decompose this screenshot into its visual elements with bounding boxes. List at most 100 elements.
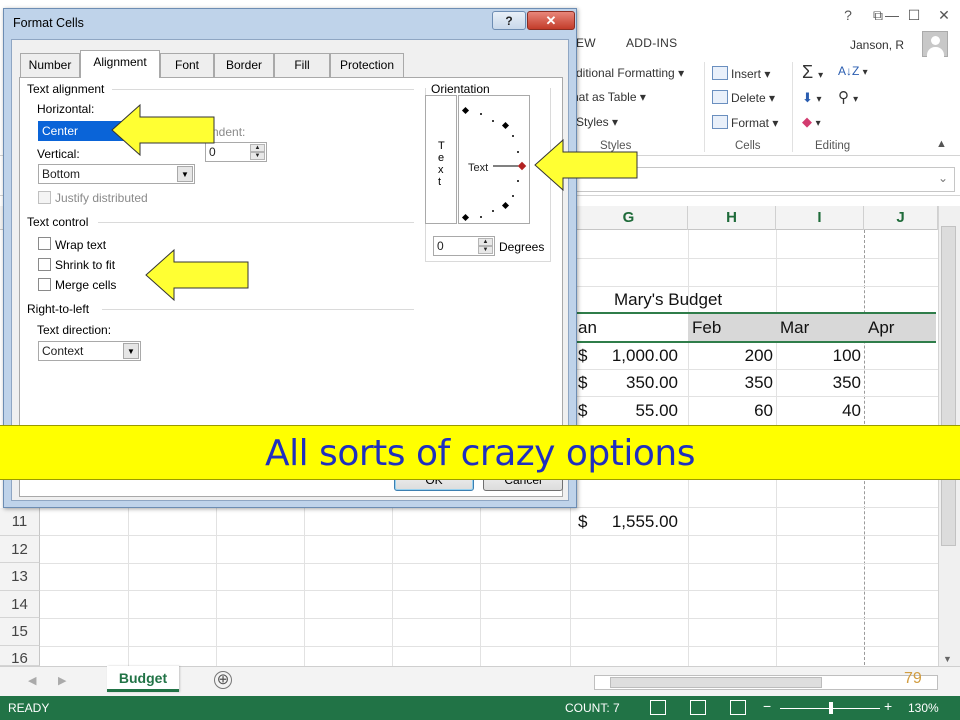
- row-header-11[interactable]: 11: [0, 508, 40, 536]
- arrow-left-icon: [111, 103, 215, 157]
- row-header-15[interactable]: 15: [0, 618, 40, 646]
- user-name[interactable]: Janson, R: [850, 38, 904, 52]
- header-feb[interactable]: Feb: [692, 314, 721, 341]
- row-header-16[interactable]: 16: [0, 646, 40, 667]
- justify-distributed-checkbox[interactable]: [38, 191, 51, 204]
- total-value[interactable]: 1,555.00: [596, 508, 678, 535]
- vertical-scroll-thumb[interactable]: [941, 226, 956, 546]
- arrow-left-icon: [145, 248, 249, 302]
- scroll-left-icon[interactable]: ◀: [28, 674, 36, 687]
- zoom-out-button[interactable]: −: [763, 698, 771, 714]
- cell-jan-value[interactable]: 1,000.00: [596, 342, 678, 369]
- spin-down-icon[interactable]: ▼: [478, 246, 493, 254]
- page-break-preview-icon[interactable]: [730, 700, 746, 715]
- tab-alignment[interactable]: Alignment: [80, 50, 160, 78]
- vertical-select[interactable]: Bottom ▼: [38, 164, 195, 184]
- cell-styles-button[interactable]: Styles ▾: [576, 115, 618, 129]
- text-direction-select[interactable]: Context ▼: [38, 341, 141, 361]
- merge-cells-checkbox[interactable]: [38, 278, 51, 291]
- delete-cells-icon: [712, 90, 728, 104]
- indent-label: ndent:: [212, 125, 246, 139]
- normal-view-icon[interactable]: [650, 700, 666, 715]
- close-window-button[interactable]: ✕: [932, 4, 956, 26]
- vertical-text-letter: T: [438, 140, 445, 152]
- maximize-button[interactable]: ☐: [902, 4, 926, 26]
- delete-button[interactable]: Delete ▾: [712, 90, 775, 105]
- header-jan[interactable]: an: [578, 314, 597, 341]
- cell-jan-sym[interactable]: $: [578, 342, 587, 369]
- add-sheet-icon[interactable]: ⊕: [214, 671, 232, 689]
- degrees-spinner[interactable]: 0 ▲ ▼: [433, 236, 495, 256]
- zoom-slider-thumb[interactable]: [829, 702, 833, 714]
- gridline: [40, 590, 938, 591]
- zoom-in-button[interactable]: +: [884, 698, 892, 714]
- collapse-ribbon-icon[interactable]: ▲: [936, 138, 947, 150]
- orientation-dial[interactable]: Text: [458, 95, 530, 224]
- conditional-formatting-button[interactable]: ditional Formatting ▾: [576, 66, 684, 80]
- cell-mar-value[interactable]: 40: [776, 397, 861, 424]
- avatar[interactable]: [922, 31, 948, 57]
- cell-feb-value[interactable]: 350: [688, 369, 773, 396]
- spin-down-icon[interactable]: ▼: [250, 152, 265, 160]
- cell-feb-value[interactable]: 60: [688, 397, 773, 424]
- merge-cells-label: Merge cells: [55, 278, 117, 292]
- header-mar[interactable]: Mar: [780, 314, 809, 341]
- tab-add-ins[interactable]: ADD-INS: [626, 36, 677, 50]
- header-apr[interactable]: Apr: [868, 314, 894, 341]
- column-header-j[interactable]: J: [864, 206, 938, 230]
- spin-up-icon[interactable]: ▲: [478, 238, 493, 246]
- vertical-text-box[interactable]: T e x t: [425, 95, 457, 224]
- group-divider: [102, 309, 414, 310]
- tab-view[interactable]: EW: [576, 36, 596, 50]
- gridline: [128, 508, 129, 668]
- chevron-down-icon[interactable]: ⌄: [938, 171, 948, 185]
- cell-jan-value[interactable]: 55.00: [596, 397, 678, 424]
- autosum-icon[interactable]: Σ ▾: [802, 62, 823, 83]
- shrink-to-fit-checkbox[interactable]: [38, 258, 51, 271]
- wrap-text-checkbox[interactable]: [38, 237, 51, 250]
- gridline: [392, 508, 393, 668]
- scroll-right-icon[interactable]: ▶: [58, 674, 66, 687]
- fill-icon[interactable]: ⬇ ▾: [802, 90, 822, 106]
- vertical-text-letter: e: [438, 152, 445, 164]
- cell-jan-sym[interactable]: $: [578, 369, 587, 396]
- column-header-h[interactable]: H: [688, 206, 776, 230]
- dialog-close-button[interactable]: ✕: [527, 11, 575, 30]
- help-icon[interactable]: ?: [836, 4, 860, 26]
- minimize-button[interactable]: —: [880, 4, 904, 26]
- tab-fill[interactable]: Fill: [274, 53, 330, 77]
- total-sym[interactable]: $: [578, 508, 587, 535]
- scroll-down-icon[interactable]: ▼: [943, 654, 952, 664]
- clear-icon[interactable]: ◆ ▾: [802, 114, 821, 130]
- budget-title[interactable]: Mary's Budget: [614, 286, 722, 313]
- cell-feb-value[interactable]: 200: [688, 342, 773, 369]
- cell-mar-value[interactable]: 350: [776, 369, 861, 396]
- sheet-tab-budget[interactable]: Budget: [107, 666, 179, 692]
- insert-button[interactable]: Insert ▾: [712, 66, 770, 81]
- cell-mar-value[interactable]: 100: [776, 342, 861, 369]
- tab-border[interactable]: Border: [214, 53, 274, 77]
- format-as-table-button[interactable]: nat as Table ▾: [572, 90, 646, 104]
- find-select-icon[interactable]: ⚲ ▾: [838, 88, 858, 106]
- column-header-i[interactable]: I: [776, 206, 864, 230]
- status-bar: READY COUNT: 7 − + 130%: [0, 696, 960, 720]
- tab-protection[interactable]: Protection: [330, 53, 404, 77]
- cell-jan-value[interactable]: 350.00: [596, 369, 678, 396]
- cell-jan-sym[interactable]: $: [578, 397, 587, 424]
- row-header-14[interactable]: 14: [0, 591, 40, 618]
- row-header-13[interactable]: 13: [0, 563, 40, 591]
- zoom-level[interactable]: 130%: [908, 701, 939, 715]
- dialog-help-button[interactable]: ?: [492, 11, 526, 30]
- column-header-g[interactable]: G: [570, 206, 688, 230]
- chevron-down-icon: ▾: [769, 91, 776, 105]
- tab-font[interactable]: Font: [160, 53, 214, 77]
- page-layout-icon[interactable]: [690, 700, 706, 715]
- format-button[interactable]: Format ▾: [712, 115, 778, 130]
- chevron-down-icon[interactable]: ▼: [177, 166, 193, 182]
- row-header-12[interactable]: 12: [0, 536, 40, 563]
- spin-up-icon[interactable]: ▲: [250, 144, 265, 152]
- chevron-down-icon[interactable]: ▼: [123, 343, 139, 359]
- tab-number[interactable]: Number: [20, 53, 80, 77]
- sort-filter-icon[interactable]: A↓Z ▾: [838, 64, 868, 78]
- horizontal-scroll-thumb[interactable]: [610, 677, 822, 688]
